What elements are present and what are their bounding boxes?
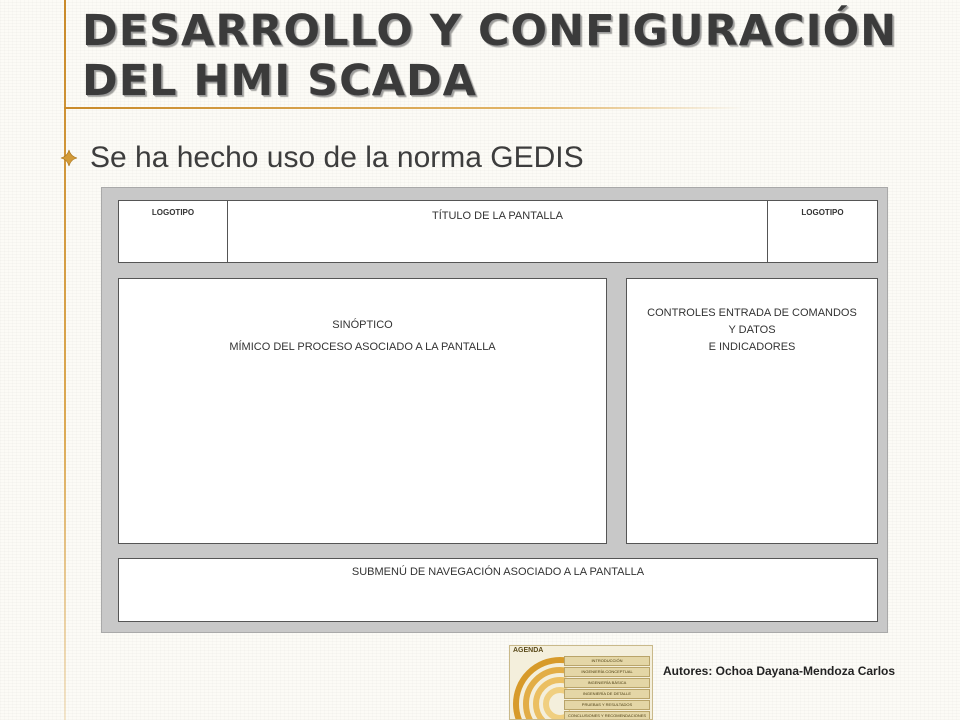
agenda-list: INTRODUCCIÓN INGENIERÍA CONCEPTUAL INGEN…: [564, 656, 650, 719]
agenda-item: PRUEBAS Y RESULTADOS: [564, 700, 650, 710]
agenda-title: AGENDA: [513, 647, 544, 654]
logo-left-box: LOGOTIPO: [118, 200, 228, 263]
gedis-layout-diagram: LOGOTIPO TÍTULO DE LA PANTALLA LOGOTIPO …: [101, 187, 888, 633]
bullet-item: Se ha hecho uso de la norma GEDIS: [60, 138, 584, 178]
screen-title-box: TÍTULO DE LA PANTALLA: [227, 200, 768, 263]
title-underline: [64, 107, 744, 109]
agenda-item: CONCLUSIONES Y RECOMENDACIONES: [564, 711, 650, 719]
submenu-label: SUBMENÚ DE NAVEGACIÓN ASOCIADO A LA PANT…: [351, 566, 645, 578]
diamond-bullet-icon: [60, 149, 78, 167]
agenda-item: INGENIERÍA DE DETALLE: [564, 689, 650, 699]
controls-line3: E INDICADORES: [708, 341, 796, 353]
slide-title: DESARROLLO Y CONFIGURACIÓN DEL HMI SCADA: [82, 6, 898, 106]
bullet-text: Se ha hecho uso de la norma GEDIS: [90, 141, 584, 174]
agenda-arcs-graphic: [513, 657, 570, 719]
controls-box: CONTROLES ENTRADA DE COMANDOS Y DATOS E …: [626, 278, 878, 544]
agenda-thumbnail: AGENDA INTRODUCCIÓN INGENIERÍA CONCEPTUA…: [509, 645, 653, 720]
agenda-item: INTRODUCCIÓN: [564, 656, 650, 666]
synoptic-title: SINÓPTICO: [332, 319, 393, 331]
screen-title-label: TÍTULO DE LA PANTALLA: [431, 210, 564, 222]
logo-left-label: LOGOTIPO: [151, 208, 195, 217]
authors-credit: Autores: Ochoa Dayana-Mendoza Carlos: [663, 664, 896, 678]
controls-line2: Y DATOS: [728, 324, 776, 336]
submenu-box: SUBMENÚ DE NAVEGACIÓN ASOCIADO A LA PANT…: [118, 558, 878, 622]
agenda-item: INGENIERÍA BÁSICA: [564, 678, 650, 688]
logo-right-box: LOGOTIPO: [767, 200, 878, 263]
synoptic-box: SINÓPTICO MÍMICO DEL PROCESO ASOCIADO A …: [118, 278, 607, 544]
logo-right-label: LOGOTIPO: [801, 208, 844, 217]
controls-line1: CONTROLES ENTRADA DE COMANDOS: [647, 307, 857, 319]
agenda-item: INGENIERÍA CONCEPTUAL: [564, 667, 650, 677]
synoptic-description: MÍMICO DEL PROCESO ASOCIADO A LA PANTALL…: [229, 341, 496, 353]
